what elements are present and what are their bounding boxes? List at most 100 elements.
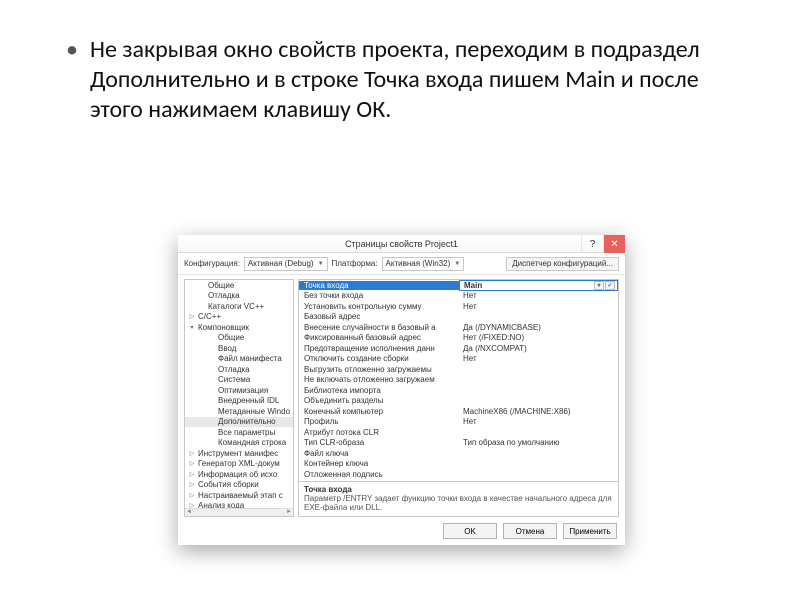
tree-twisty-icon[interactable]: ▷ — [189, 481, 195, 488]
tree-item[interactable]: ▷C/C++ — [185, 312, 293, 323]
platform-label: Платформа: — [332, 259, 378, 268]
tree-item[interactable]: Оптимизация — [185, 385, 293, 396]
ok-button[interactable]: OK — [443, 523, 497, 539]
apply-button[interactable]: Применить — [563, 523, 617, 539]
tree-item[interactable]: Все параметры — [185, 427, 293, 438]
tree-item[interactable]: ▷Настраиваемый этап с — [185, 490, 293, 501]
property-name: Контейнер ключа — [299, 459, 459, 468]
category-tree[interactable]: ОбщиеОтладкаКаталоги VC++▷C/C++▾Компонов… — [184, 279, 294, 517]
property-value[interactable]: Нет — [459, 417, 618, 426]
tree-item[interactable]: Ввод — [185, 343, 293, 354]
tree-item-label: Отладка — [218, 365, 250, 374]
tree-item-label: Все параметры — [218, 428, 275, 437]
scroll-right-icon[interactable]: ► — [286, 509, 292, 516]
tree-item-label: Каталоги VC++ — [208, 302, 264, 311]
tree-scrollbar[interactable]: ◄ ► — [185, 508, 293, 516]
property-value[interactable]: Нет — [459, 291, 618, 300]
tree-item-label: Общие — [218, 333, 244, 342]
dropdown-icon[interactable]: ▾ — [594, 281, 604, 290]
property-row[interactable]: Внесение случайности в базовый аДа (/DYN… — [299, 322, 618, 333]
tree-item-label: Инструмент манифес — [198, 449, 278, 458]
tree-item[interactable]: Каталоги VC++ — [185, 301, 293, 312]
property-row[interactable]: Объединить разделы — [299, 396, 618, 407]
platform-combo[interactable]: Активная (Win32) ▼ — [382, 257, 465, 271]
config-manager-button[interactable]: Диспетчер конфигураций... — [506, 257, 619, 271]
tree-item-label: События сборки — [198, 480, 259, 489]
tree-item-label: Метаданные Windo — [218, 407, 290, 416]
apply-value-icon[interactable]: ✓ — [605, 281, 615, 290]
button-bar: OK Отмена Применить — [178, 517, 625, 545]
properties-grid[interactable]: Точка входаMain▾✓Без точки входаНетУстан… — [298, 279, 619, 482]
tree-item[interactable]: ▷Инструмент манифес — [185, 448, 293, 459]
tree-item-label: Отладка — [208, 291, 240, 300]
topbar: Конфигурация: Активная (Debug) ▼ Платфор… — [178, 253, 625, 275]
tree-item[interactable]: Общие — [185, 333, 293, 344]
tree-item-label: Настраиваемый этап с — [198, 491, 283, 500]
property-row[interactable]: Установить контрольную суммуНет — [299, 301, 618, 312]
property-row[interactable]: ПрофильНет — [299, 417, 618, 428]
tree-twisty-icon[interactable]: ▷ — [189, 471, 195, 478]
tree-twisty-icon[interactable]: ▷ — [189, 492, 195, 499]
close-icon[interactable]: ✕ — [603, 235, 625, 253]
property-value[interactable]: MachineX86 (/MACHINE:X86) — [459, 407, 618, 416]
property-row[interactable]: Базовый адрес — [299, 312, 618, 323]
tree-item[interactable]: Дополнительно — [185, 417, 293, 428]
cancel-button[interactable]: Отмена — [503, 523, 557, 539]
property-row[interactable]: Контейнер ключа — [299, 459, 618, 470]
tree-twisty-icon[interactable]: ▷ — [189, 450, 195, 457]
property-row[interactable]: Отложенная подпись — [299, 469, 618, 480]
property-value[interactable]: Нет — [459, 302, 618, 311]
property-name: Базовый адрес — [299, 312, 459, 321]
tree-item[interactable]: Отладка — [185, 364, 293, 375]
property-name: Тип CLR-образа — [299, 438, 459, 447]
properties-panel: Точка входаMain▾✓Без точки входаНетУстан… — [298, 279, 619, 517]
tree-twisty-icon[interactable]: ▾ — [189, 324, 195, 331]
help-icon[interactable]: ? — [581, 235, 603, 253]
property-name: Предотвращение исполнения данн — [299, 344, 459, 353]
tree-item[interactable]: Отладка — [185, 291, 293, 302]
property-row[interactable]: Точка входаMain▾✓ — [299, 280, 618, 291]
tree-item[interactable]: Внедренный IDL — [185, 396, 293, 407]
property-name: Не включать отложенно загружаем — [299, 375, 459, 384]
property-row[interactable]: Библиотека импорта — [299, 385, 618, 396]
tree-item[interactable]: ▷Генератор XML-докум — [185, 459, 293, 470]
property-row[interactable]: Отключить создание сборкиНет — [299, 354, 618, 365]
property-row[interactable]: Тип CLR-образаТип образа по умолчанию — [299, 438, 618, 449]
tree-item[interactable]: ▾Компоновщик — [185, 322, 293, 333]
tree-item[interactable]: Командная строка — [185, 438, 293, 449]
property-row[interactable]: Атрибут потока CLR — [299, 427, 618, 438]
property-value[interactable]: Main▾✓ — [459, 280, 618, 291]
property-name: Без точки входа — [299, 291, 459, 300]
property-row[interactable]: Выгрузить отложенно загружаемы — [299, 364, 618, 375]
tree-twisty-icon[interactable]: ▷ — [189, 313, 195, 320]
tree-item[interactable]: Метаданные Windo — [185, 406, 293, 417]
tree-item[interactable]: Общие — [185, 280, 293, 291]
tree-item[interactable]: ▷События сборки — [185, 480, 293, 491]
property-name: Выгрузить отложенно загружаемы — [299, 365, 459, 374]
property-row[interactable]: Без точки входаНет — [299, 291, 618, 302]
property-name: Профиль — [299, 417, 459, 426]
dialog-title: Страницы свойств Project1 — [178, 239, 625, 249]
property-value[interactable]: Да (/DYNAMICBASE) — [459, 323, 618, 332]
property-value[interactable]: Нет — [459, 354, 618, 363]
tree-item-label: Командная строка — [218, 438, 286, 447]
property-row[interactable]: Не включать отложенно загружаем — [299, 375, 618, 386]
tree-item[interactable]: ▷Информация об исхо — [185, 469, 293, 480]
tree-item[interactable]: Файл манифеста — [185, 354, 293, 365]
tree-twisty-icon[interactable]: ▷ — [189, 460, 195, 467]
scroll-left-icon[interactable]: ◄ — [186, 509, 192, 516]
property-name: Установить контрольную сумму — [299, 302, 459, 311]
property-name: Фиксированный базовый адрес — [299, 333, 459, 342]
property-value[interactable]: Нет (/FIXED:NO) — [459, 333, 618, 342]
property-value[interactable]: Да (/NXCOMPAT) — [459, 344, 618, 353]
config-combo[interactable]: Активная (Debug) ▼ — [244, 257, 328, 271]
content-area: ОбщиеОтладкаКаталоги VC++▷C/C++▾Компонов… — [178, 275, 625, 517]
property-row[interactable]: Предотвращение исполнения даннДа (/NXCOM… — [299, 343, 618, 354]
property-row[interactable]: Фиксированный базовый адресНет (/FIXED:N… — [299, 333, 618, 344]
property-value[interactable]: Тип образа по умолчанию — [459, 438, 618, 447]
property-row[interactable]: Файл ключа — [299, 448, 618, 459]
tree-item[interactable]: Система — [185, 375, 293, 386]
bullet-text: Не закрывая окно свойств проекта, перехо… — [90, 35, 740, 125]
titlebar[interactable]: Страницы свойств Project1 ? ✕ — [178, 235, 625, 253]
property-row[interactable]: Конечный компьютерMachineX86 (/MACHINE:X… — [299, 406, 618, 417]
